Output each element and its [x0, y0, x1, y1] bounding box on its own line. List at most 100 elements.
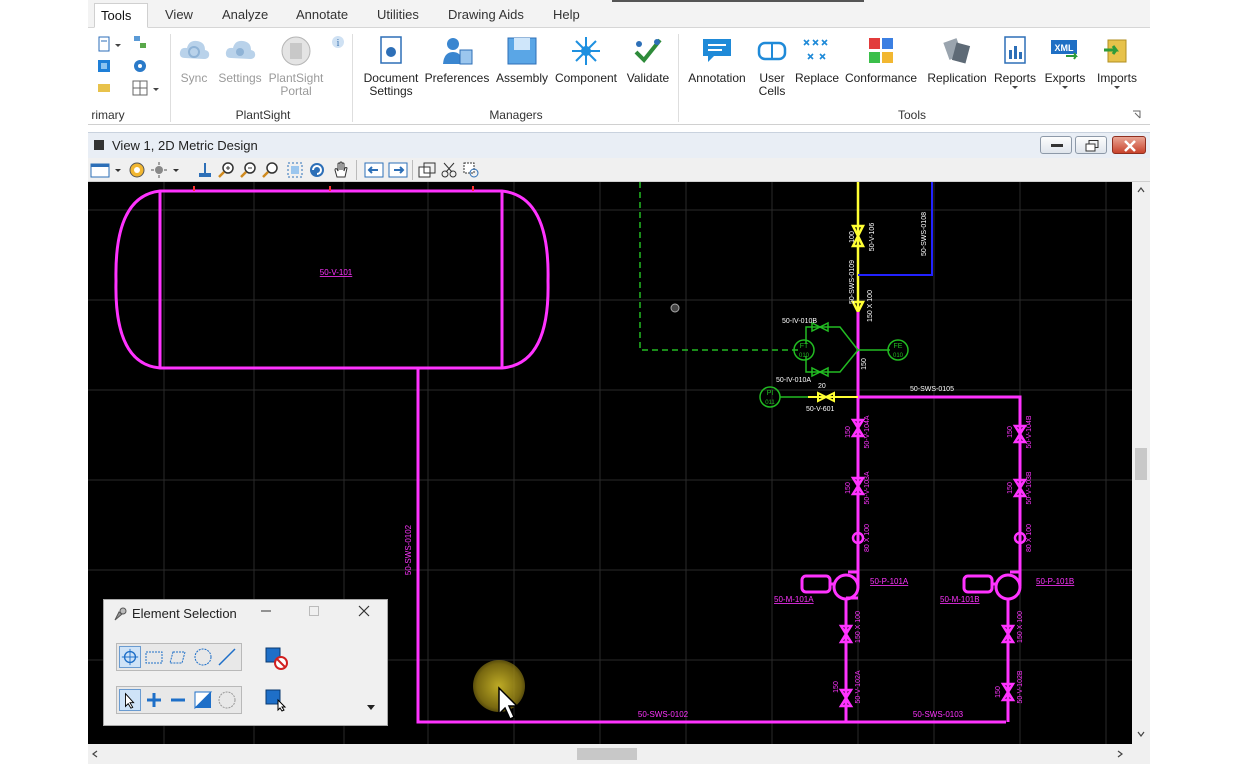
group-label-primary: rimary — [91, 108, 125, 122]
chevron-down-icon[interactable] — [172, 161, 180, 179]
zoom-in-icon[interactable] — [218, 161, 236, 179]
scroll-right-icon[interactable] — [1116, 750, 1124, 758]
grid-icon[interactable] — [132, 80, 148, 96]
label-iv-010a: 50-IV-010A — [776, 377, 811, 384]
validate-button[interactable]: Validate — [622, 34, 674, 85]
scroll-down-icon[interactable] — [1137, 730, 1145, 738]
window-area-icon[interactable] — [262, 161, 280, 179]
document-settings-button[interactable]: Document Settings — [360, 34, 422, 98]
network-icon[interactable] — [132, 34, 148, 50]
tab-annotate[interactable]: Annotate — [290, 3, 354, 28]
tab-tools[interactable]: Tools — [94, 3, 148, 28]
minimize-button[interactable] — [1040, 136, 1072, 154]
annotation-label: Annotation — [688, 71, 746, 85]
chevron-down-icon[interactable] — [152, 82, 160, 98]
clip-volume-icon[interactable] — [440, 161, 458, 179]
conformance-label: Conformance — [844, 71, 918, 85]
component-button[interactable]: Component — [552, 34, 620, 85]
left-margin — [0, 0, 88, 764]
group-separator — [352, 34, 353, 122]
chevron-down-icon[interactable] — [114, 38, 122, 54]
new-selection-icon[interactable] — [119, 689, 141, 711]
invert-selection-icon[interactable] — [193, 690, 213, 710]
replication-button[interactable]: Replication — [922, 34, 992, 85]
valve-50-v-601[interactable] — [808, 391, 858, 403]
add-selection-icon[interactable] — [145, 691, 163, 709]
replace-button[interactable]: Replace — [792, 34, 842, 85]
exports-button[interactable]: XML Exports — [1042, 34, 1088, 91]
validate-label: Validate — [626, 71, 670, 85]
dialog-launcher-icon[interactable] — [1132, 110, 1142, 120]
individual-select-icon[interactable] — [119, 646, 141, 668]
lighting-icon[interactable] — [150, 161, 168, 179]
plantsight-portal-button[interactable]: PlantSight Portal — [266, 34, 326, 98]
sync-button[interactable]: Sync — [176, 34, 212, 85]
xml-badge-text: XML — [1055, 43, 1075, 53]
view-attributes-icon[interactable] — [90, 161, 112, 179]
tank-50-v-101[interactable] — [114, 189, 550, 370]
annotation-button[interactable]: Annotation — [684, 34, 750, 85]
title-divider — [612, 0, 864, 2]
view-previous-icon[interactable] — [364, 161, 384, 179]
gear-db-icon[interactable] — [132, 58, 148, 74]
block-select-icon[interactable] — [145, 648, 163, 666]
label-size-150-c: 150 — [845, 482, 852, 494]
dialog-maximize-button[interactable] — [304, 604, 324, 621]
view-next-icon[interactable] — [388, 161, 408, 179]
label-size-150-e: 150 — [1007, 482, 1014, 494]
fit-view-icon[interactable] — [286, 161, 304, 179]
display-style-icon[interactable] — [128, 161, 146, 179]
pipe-50-sws-0105[interactable] — [858, 395, 1022, 586]
user-cells-label-1: User — [759, 71, 785, 85]
user-cells-label-2: Cells — [758, 84, 786, 98]
subtract-selection-icon[interactable] — [169, 691, 187, 709]
assembly-label: Assembly — [495, 71, 548, 85]
cloud-sync-icon — [179, 40, 210, 59]
settings-button[interactable]: Settings — [216, 34, 264, 85]
dialog-close-button[interactable] — [354, 604, 374, 621]
scroll-up-icon[interactable] — [1137, 186, 1145, 194]
tab-drawing-aids[interactable]: Drawing Aids — [442, 3, 530, 28]
scroll-left-icon[interactable] — [91, 750, 99, 758]
update-view-icon[interactable] — [196, 161, 214, 179]
copy-view-icon[interactable] — [418, 161, 436, 179]
clear-selection-icon[interactable] — [264, 646, 288, 670]
expand-dialog-icon[interactable] — [366, 704, 376, 712]
tab-utilities[interactable]: Utilities — [371, 3, 425, 28]
stack-icon[interactable] — [96, 80, 112, 96]
conformance-button[interactable]: Conformance — [842, 34, 920, 85]
tab-help[interactable]: Help — [547, 3, 586, 28]
assembly-button[interactable]: Assembly — [493, 34, 551, 85]
tab-view[interactable]: View — [159, 3, 199, 28]
dialog-minimize-button[interactable] — [256, 604, 276, 621]
conformance-icon — [869, 38, 893, 63]
vertical-scrollbar[interactable] — [1132, 182, 1150, 744]
user-cells-button[interactable]: User Cells — [752, 34, 792, 98]
shape-select-icon[interactable] — [169, 648, 187, 666]
chevron-down-icon[interactable] — [114, 161, 122, 179]
line-select-icon[interactable] — [217, 647, 237, 667]
label-size-100: 100 — [849, 231, 856, 243]
rotate-view-icon[interactable] — [308, 161, 326, 179]
imports-button[interactable]: Imports — [1092, 34, 1142, 91]
reports-button[interactable]: Reports — [992, 34, 1038, 91]
clip-mask-icon[interactable] — [462, 161, 480, 179]
select-all-icon[interactable] — [264, 688, 288, 712]
cube-icon[interactable] — [96, 58, 112, 74]
preferences-button[interactable]: Preferences — [424, 34, 490, 85]
clear-mode-icon[interactable] — [217, 690, 237, 710]
horizontal-scroll-thumb[interactable] — [577, 748, 637, 760]
view-window-icon[interactable] — [93, 139, 105, 151]
tentative-point — [670, 303, 680, 313]
zoom-out-icon[interactable] — [240, 161, 258, 179]
restore-button[interactable] — [1075, 136, 1107, 154]
circle-select-icon[interactable] — [193, 647, 213, 667]
vertical-scroll-thumb[interactable] — [1135, 448, 1147, 480]
pan-hand-icon[interactable] — [332, 161, 350, 179]
horizontal-scrollbar[interactable] — [88, 744, 1150, 764]
info-icon[interactable]: i — [330, 34, 346, 50]
tab-analyze[interactable]: Analyze — [216, 3, 274, 28]
close-button[interactable] — [1112, 136, 1146, 154]
fe-number: 010 — [893, 353, 904, 359]
new-file-icon[interactable] — [96, 36, 112, 52]
